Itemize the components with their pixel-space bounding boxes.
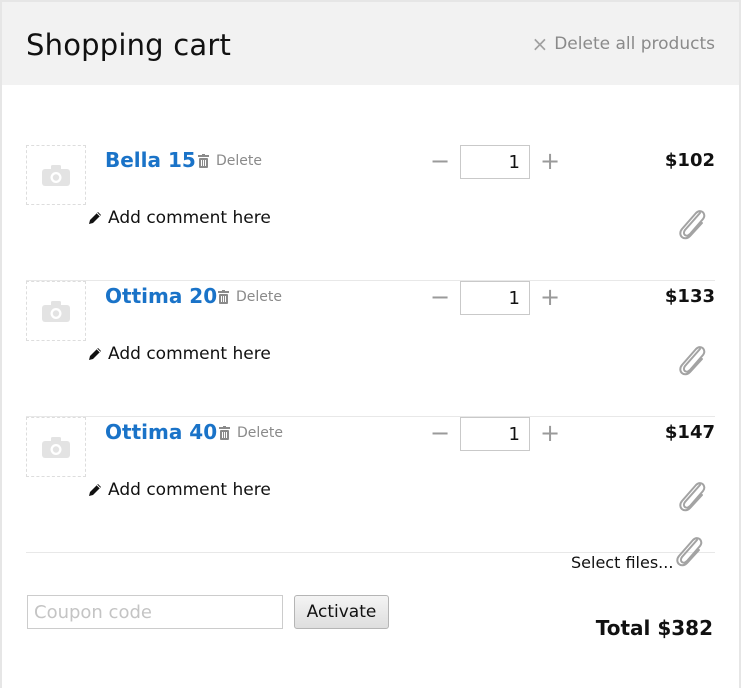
pencil-icon (89, 484, 101, 496)
product-name-link[interactable]: Ottima 20 (105, 284, 217, 308)
comment-label: Add comment here (108, 480, 271, 500)
add-comment-link[interactable]: Add comment here (88, 480, 271, 500)
select-files-link[interactable]: Select files... (571, 553, 673, 572)
trash-icon (198, 154, 209, 168)
trash-icon (219, 426, 230, 440)
product-thumbnail (26, 145, 86, 205)
attach-file-button[interactable] (675, 477, 709, 519)
activate-coupon-button[interactable]: Activate (294, 595, 389, 629)
delete-item-button[interactable]: Delete (218, 289, 282, 305)
delete-all-products-button[interactable]: × Delete all products (531, 34, 715, 54)
comment-label: Add comment here (108, 344, 271, 364)
delete-all-label: Delete all products (554, 34, 715, 54)
product-name-link[interactable]: Ottima 40 (105, 420, 217, 444)
cart-item: Ottima 20 Delete − + $133 Add comment he… (26, 281, 715, 417)
item-price: $147 (664, 422, 715, 443)
item-price: $102 (664, 150, 715, 171)
delete-label: Delete (236, 289, 282, 305)
add-comment-link[interactable]: Add comment here (88, 208, 271, 228)
camera-icon (42, 301, 70, 322)
add-comment-link[interactable]: Add comment here (88, 344, 271, 364)
delete-label: Delete (237, 425, 283, 441)
trash-icon (218, 290, 229, 304)
product-name-link[interactable]: Bella 15 (105, 148, 196, 172)
delete-item-button[interactable]: Delete (219, 425, 283, 441)
camera-icon (42, 437, 70, 458)
quantity-input[interactable] (460, 145, 530, 179)
minus-icon[interactable]: − (428, 145, 452, 177)
pencil-icon (89, 212, 101, 224)
plus-icon[interactable]: + (538, 281, 562, 313)
camera-icon (42, 165, 70, 186)
paperclip-icon (676, 537, 703, 567)
attach-file-button[interactable] (675, 341, 709, 383)
product-thumbnail (26, 417, 86, 477)
comment-label: Add comment here (108, 208, 271, 228)
cart-header: Shopping cart × Delete all products (2, 2, 739, 85)
plus-icon[interactable]: + (538, 417, 562, 449)
delete-label: Delete (216, 153, 262, 169)
paperclip-icon (679, 210, 706, 240)
minus-icon[interactable]: − (428, 281, 452, 313)
product-thumbnail (26, 281, 86, 341)
cart-item: Ottima 40 Delete − + $147 Add comment he… (26, 417, 715, 553)
select-files-attach-button[interactable] (672, 532, 706, 574)
coupon-code-input[interactable] (27, 595, 283, 629)
cart-total: Total $382 (595, 616, 713, 640)
paperclip-icon (679, 346, 706, 376)
item-price: $133 (664, 286, 715, 307)
pencil-icon (89, 348, 101, 360)
shopping-cart-panel: Shopping cart × Delete all products Bell… (0, 0, 741, 688)
quantity-input[interactable] (460, 281, 530, 315)
quantity-input[interactable] (460, 417, 530, 451)
attach-file-button[interactable] (675, 205, 709, 247)
close-icon: × (531, 32, 549, 56)
paperclip-icon (679, 482, 706, 512)
plus-icon[interactable]: + (538, 145, 562, 177)
page-title: Shopping cart (26, 28, 232, 62)
cart-item: Bella 15 Delete − + $102 Add comment her… (26, 145, 715, 281)
delete-item-button[interactable]: Delete (198, 153, 262, 169)
minus-icon[interactable]: − (428, 417, 452, 449)
